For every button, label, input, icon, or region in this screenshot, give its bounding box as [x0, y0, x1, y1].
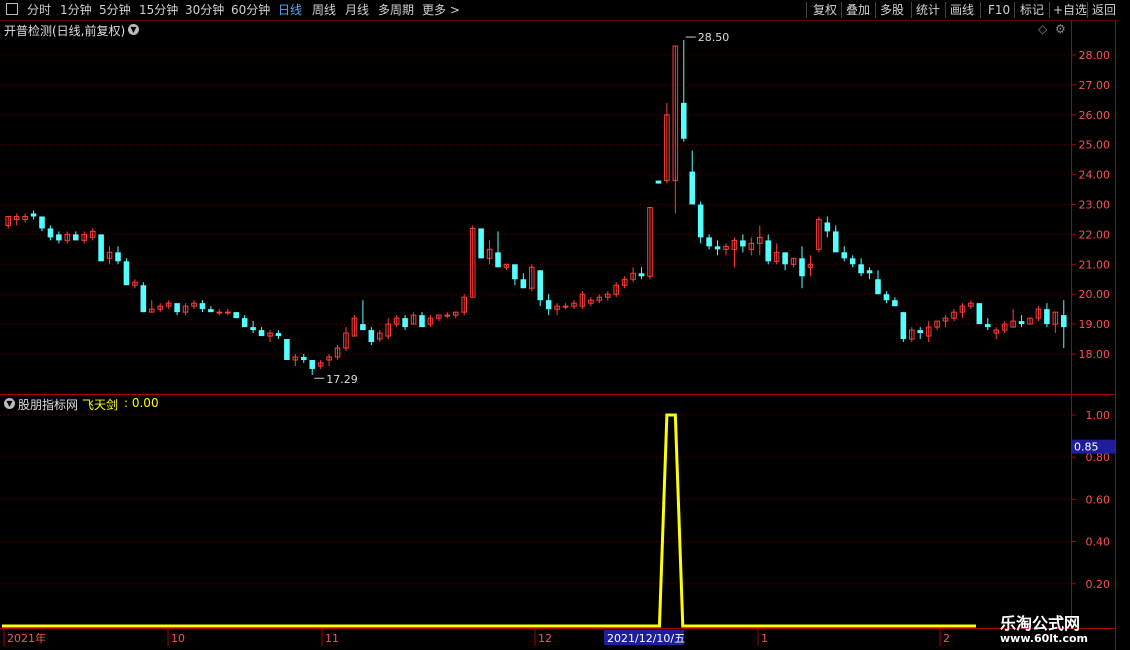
indicator-series-line	[2, 413, 976, 628]
candle-body	[98, 234, 104, 262]
candle-body	[883, 294, 890, 301]
candle-body	[250, 327, 256, 331]
candle-body	[224, 311, 231, 314]
candle-body	[866, 270, 873, 274]
candle-body	[537, 270, 544, 301]
candle-body	[258, 330, 265, 337]
candle-body	[849, 258, 856, 265]
candle-body	[419, 315, 425, 328]
watermark-url: www.60lt.com	[1000, 632, 1089, 645]
candle-body	[478, 228, 484, 259]
y-tick-label: 24.00	[1079, 169, 1111, 182]
high-price-label: 28.50	[698, 31, 730, 44]
x-tick-label: 2	[943, 632, 950, 645]
y-tick-label: 18.00	[1079, 348, 1111, 361]
candle-body	[241, 318, 248, 328]
candle-body	[300, 356, 307, 360]
candle-body	[740, 240, 746, 247]
y-tick-label: 23.00	[1079, 199, 1111, 212]
y-tick-label: 0.20	[1086, 578, 1111, 591]
candle-body	[216, 311, 223, 314]
x-tick-label: 1	[761, 632, 768, 645]
indicator-name: 飞天剑	[82, 398, 119, 412]
candle-body	[799, 258, 805, 277]
y-tick-label: 19.00	[1079, 318, 1111, 331]
candle-body	[1044, 309, 1050, 325]
candle-body	[824, 222, 831, 232]
candle-body	[368, 330, 375, 343]
candle-body	[520, 279, 527, 289]
candle-body	[689, 171, 696, 205]
candle-body	[140, 285, 147, 313]
candle-body	[917, 330, 924, 334]
candle-body	[858, 264, 864, 274]
y-tick-label: 0.40	[1086, 536, 1111, 549]
candle-body	[115, 252, 121, 262]
candle-body	[1060, 315, 1067, 328]
candle-body	[72, 234, 79, 241]
candle-body	[208, 309, 214, 313]
candle-body	[402, 318, 408, 328]
candle-body	[892, 300, 898, 307]
candle-body	[782, 252, 788, 265]
candle-body	[841, 252, 848, 259]
candle-body	[360, 324, 366, 331]
y-tick-label: 1.00	[1086, 409, 1111, 422]
y-tick-label: 25.00	[1079, 139, 1111, 152]
cursor-value-label: 0.85	[1074, 441, 1099, 454]
x-tick-label: 10	[171, 632, 185, 645]
indicator-value: : 0.00	[124, 396, 159, 410]
x-cursor-label: 2021/12/10/五	[607, 632, 685, 645]
candle-body	[233, 312, 240, 319]
y-tick-label: 27.00	[1079, 79, 1111, 92]
candle-body	[47, 228, 54, 238]
x-tick-label: 12	[538, 632, 552, 645]
candle-body	[680, 102, 687, 139]
diamond-icon[interactable]: ◇	[1038, 22, 1047, 36]
y-tick-label: 22.00	[1079, 228, 1111, 241]
y-tick-label: 0.60	[1086, 493, 1111, 506]
watermark-title: 乐淘公式网	[1000, 614, 1081, 633]
chevron-down-icon[interactable]: ▼	[4, 398, 15, 409]
candle-body	[174, 303, 180, 313]
candle-body	[900, 312, 907, 340]
candle-body	[545, 300, 552, 310]
candle-body	[512, 264, 518, 280]
candle-body	[495, 252, 501, 268]
chart-canvas[interactable]: 18.0019.0020.0021.0022.0023.0024.0025.00…	[0, 0, 1130, 650]
low-price-label: 17.29	[326, 373, 358, 386]
candle-body	[875, 279, 881, 295]
candle-body	[765, 240, 772, 262]
candle-body	[562, 305, 569, 308]
candle-body	[309, 359, 316, 369]
y-tick-label: 21.00	[1079, 258, 1111, 271]
candle-body	[56, 234, 62, 241]
y-tick-label: 20.00	[1079, 288, 1111, 301]
candle-body	[638, 273, 645, 277]
candle-body	[832, 231, 839, 253]
candle-body	[706, 237, 712, 247]
candle-body	[714, 246, 721, 250]
candle-body	[30, 213, 37, 217]
candle-body	[284, 339, 290, 360]
candle-body	[199, 303, 206, 310]
candle-body	[39, 216, 45, 229]
candle-body	[697, 204, 704, 238]
main-chart-title: 开普检测(日线,前复权)	[4, 24, 126, 38]
x-tick-label: 2021年	[7, 631, 46, 645]
candle-body	[1018, 321, 1025, 325]
candle-body	[655, 180, 662, 184]
settings-icon[interactable]: ⚙	[1055, 22, 1066, 36]
y-tick-label: 26.00	[1079, 109, 1111, 122]
indicator-source-title: 股朋指标网	[18, 398, 79, 412]
candle-body	[444, 314, 451, 317]
x-tick-label: 11	[325, 632, 339, 645]
y-tick-label: 28.00	[1079, 49, 1111, 62]
candle-body	[984, 324, 991, 328]
candle-body	[976, 303, 983, 325]
right-side-panel[interactable]	[1115, 20, 1130, 650]
chevron-down-icon[interactable]: ▼	[128, 24, 139, 35]
candle-body	[123, 261, 130, 286]
candle-body	[275, 333, 282, 337]
